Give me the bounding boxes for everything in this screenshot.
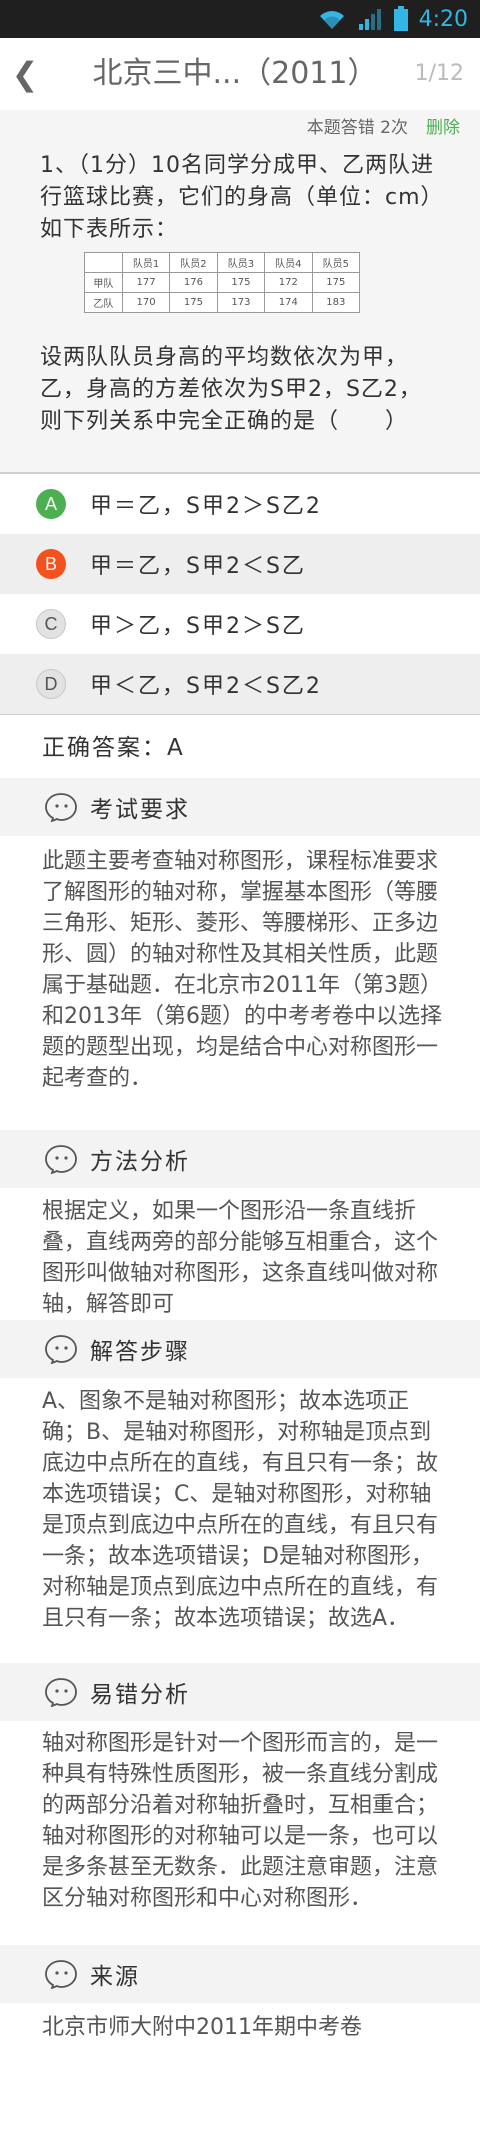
table-cell: 183 bbox=[311, 292, 361, 313]
section-title: 易错分析 bbox=[90, 1682, 190, 1708]
section-title: 考试要求 bbox=[90, 797, 190, 823]
section-body: A、图象不是轴对称图形；故本选项正确；B、是轴对称图形，对称轴是顶点到底边中点所… bbox=[42, 1389, 439, 1631]
option-d[interactable]: D 甲＜乙，S甲2＜S乙2 bbox=[0, 654, 480, 714]
status-icons: 4:20 bbox=[317, 0, 468, 38]
status-time: 4:20 bbox=[418, 6, 468, 32]
option-text: 甲＝乙，S甲2＜S乙 bbox=[90, 554, 306, 579]
section-body: 轴对称图形是针对一个图形而言的，是一种具有特殊性质图形，被一条直线分割成的两部分… bbox=[42, 1731, 439, 1911]
table-header-row: 队员1 队员2 队员3 队员4 队员5 bbox=[84, 252, 361, 273]
table-cell: 174 bbox=[264, 292, 313, 313]
table-cell bbox=[84, 252, 123, 273]
table-cell: 173 bbox=[216, 292, 266, 313]
face-icon bbox=[45, 1145, 77, 1174]
signal-icon bbox=[358, 9, 381, 30]
header: ❮ 北京三中...（2011） 1/12 bbox=[0, 38, 480, 110]
table-cell: 队员5 bbox=[311, 252, 361, 273]
height-table: 队员1 队员2 队员3 队员4 队员5 甲队 177 176 175 172 1… bbox=[84, 252, 361, 313]
option-b[interactable]: B 甲＝乙，S甲2＜S乙 bbox=[0, 534, 480, 594]
option-letter-badge: C bbox=[36, 609, 66, 639]
face-icon bbox=[45, 1960, 77, 1989]
table-cell: 乙队 bbox=[84, 292, 123, 313]
table-cell: 175 bbox=[169, 292, 218, 313]
status-bar: 4:20 bbox=[0, 0, 480, 38]
table-row: 甲队 177 176 175 172 175 bbox=[84, 272, 361, 293]
section-title: 方法分析 bbox=[90, 1149, 190, 1175]
section-title: 来源 bbox=[90, 1964, 140, 1990]
wifi-icon bbox=[319, 11, 344, 30]
chevron-left-icon[interactable]: ❮ bbox=[10, 52, 40, 96]
option-a[interactable]: A 甲＝乙，S甲2＞S乙2 bbox=[0, 474, 480, 534]
option-text: 甲＜乙，S甲2＜S乙2 bbox=[90, 674, 322, 699]
option-letter-badge: B bbox=[36, 549, 66, 579]
delete-button[interactable]: 删除 bbox=[426, 110, 460, 146]
face-icon bbox=[45, 1335, 77, 1364]
option-text: 甲＝乙，S甲2＞S乙2 bbox=[90, 494, 322, 519]
section-header-error-analysis: 易错分析 bbox=[0, 1663, 480, 1721]
option-c[interactable]: C 甲＞乙，S甲2＞S乙 bbox=[0, 594, 480, 654]
table-cell: 队员1 bbox=[121, 252, 171, 273]
battery-icon bbox=[393, 6, 408, 31]
option-letter-badge: A bbox=[36, 489, 66, 519]
question-text-part2: 设两队队员身高的平均数依次为甲，乙，身高的方差依次为S甲2，S乙2，则下列关系中… bbox=[40, 345, 422, 434]
wrong-count-label: 本题答错 2次 bbox=[306, 118, 408, 138]
divider bbox=[0, 714, 480, 715]
section-body: 根据定义，如果一个图形沿一条直线折叠，直线两旁的部分能够互相重合，这个图形叫做轴… bbox=[42, 1199, 439, 1317]
table-cell: 队员3 bbox=[216, 252, 266, 273]
question-area: 本题答错 2次 删除 1、（1分）10名同学分成甲、乙两队进行篮球比赛，它们的身… bbox=[0, 110, 480, 472]
section-header-solution-steps: 解答步骤 bbox=[0, 1320, 480, 1378]
table-cell: 176 bbox=[169, 272, 218, 293]
table-cell: 甲队 bbox=[84, 272, 123, 293]
correct-answer: 正确答案：A bbox=[42, 735, 185, 761]
page-title: 北京三中...（2011） bbox=[92, 56, 378, 91]
table-cell: 175 bbox=[216, 272, 266, 293]
face-icon bbox=[45, 1678, 77, 1707]
question-meta: 本题答错 2次 删除 bbox=[307, 110, 460, 146]
section-title: 解答步骤 bbox=[90, 1339, 190, 1365]
face-icon bbox=[45, 793, 77, 822]
question-text-part1: 1、（1分）10名同学分成甲、乙两队进行篮球比赛，它们的身高（单位：cm）如下表… bbox=[40, 153, 444, 242]
option-letter-badge: D bbox=[36, 669, 66, 699]
table-cell: 170 bbox=[121, 292, 171, 313]
table-row: 乙队 170 175 173 174 183 bbox=[84, 292, 361, 313]
table-cell: 175 bbox=[311, 272, 361, 293]
table-cell: 177 bbox=[121, 272, 171, 293]
page-indicator: 1/12 bbox=[414, 61, 464, 86]
section-header-exam-requirements: 考试要求 bbox=[0, 778, 480, 836]
section-header-method-analysis: 方法分析 bbox=[0, 1130, 480, 1188]
section-body: 北京市师大附中2011年期中考卷 bbox=[42, 2015, 362, 2040]
section-body: 此题主要考查轴对称图形，课程标准要求了解图形的轴对称，掌握基本图形（等腰三角形、… bbox=[42, 849, 442, 1091]
section-header-source: 来源 bbox=[0, 1945, 480, 2003]
option-text: 甲＞乙，S甲2＞S乙 bbox=[90, 614, 306, 639]
table-cell: 队员2 bbox=[169, 252, 218, 273]
table-cell: 队员4 bbox=[264, 252, 313, 273]
table-cell: 172 bbox=[264, 272, 313, 293]
